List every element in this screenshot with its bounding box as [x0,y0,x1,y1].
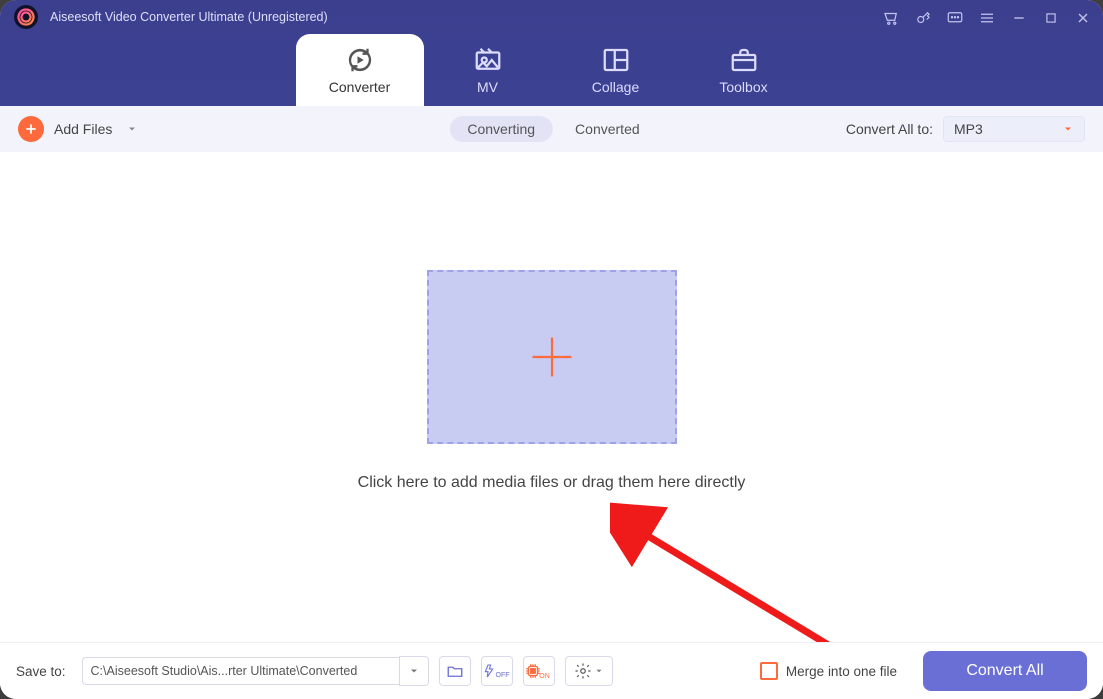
minimize-button[interactable] [1005,4,1033,32]
merge-label: Merge into one file [786,664,897,679]
collage-icon [601,45,631,75]
feedback-icon[interactable] [941,4,969,32]
main-tabs: Converter MV Collage Toolbox [0,34,1103,106]
hardware-accel-button[interactable]: OFF [481,656,513,686]
tab-converter-label: Converter [329,79,390,95]
chevron-down-icon [1062,123,1074,135]
save-to-label: Save to: [16,664,66,679]
maximize-button[interactable] [1037,4,1065,32]
checkbox-icon [760,662,778,680]
convert-all-button[interactable]: Convert All [923,651,1087,691]
merge-checkbox[interactable]: Merge into one file [760,662,897,680]
tab-toolbox[interactable]: Toolbox [680,34,808,106]
open-folder-button[interactable] [439,656,471,686]
close-button[interactable] [1069,4,1097,32]
settings-button[interactable] [565,656,613,686]
gpu-button[interactable]: ON [523,656,555,686]
chevron-down-icon [126,123,138,135]
toolbox-icon [729,45,759,75]
dropzone-hint: Click here to add media files or drag th… [358,474,746,492]
convert-all-label: Convert All to: [846,121,933,137]
output-format-select[interactable]: MP3 [943,116,1085,142]
segment-converted[interactable]: Converted [561,116,654,142]
add-files-button[interactable]: Add Files [18,116,138,142]
app-title: Aiseesoft Video Converter Ultimate (Unre… [50,10,328,24]
window-controls [877,4,1097,32]
tab-collage[interactable]: Collage [552,34,680,106]
save-path-input[interactable] [82,657,399,685]
mv-icon [473,45,503,75]
cart-icon[interactable] [877,4,905,32]
save-path-box [82,656,429,686]
key-icon[interactable] [909,4,937,32]
accel-off-label: OFF [496,672,510,679]
app-window: Aiseesoft Video Converter Ultimate (Unre… [0,0,1103,699]
tab-toolbox-label: Toolbox [719,79,767,95]
segment-converting[interactable]: Converting [449,116,553,142]
output-format-value: MP3 [954,121,983,137]
bottombar: Save to: OFF ON Merge into one file Conv… [0,642,1103,699]
dropzone[interactable] [427,270,677,444]
save-path-dropdown[interactable] [399,656,429,686]
tab-mv[interactable]: MV [424,34,552,106]
add-files-label: Add Files [54,121,112,137]
converter-icon [345,45,375,75]
menu-icon[interactable] [973,4,1001,32]
gpu-on-label: ON [539,673,550,680]
tab-mv-label: MV [477,79,498,95]
toolbar: Add Files Converting Converted Convert A… [0,106,1103,153]
titlebar: Aiseesoft Video Converter Ultimate (Unre… [0,0,1103,106]
plus-icon [18,116,44,142]
tab-converter[interactable]: Converter [296,34,424,106]
convert-all-to: Convert All to: MP3 [846,116,1085,142]
workspace: Click here to add media files or drag th… [0,152,1103,643]
conversion-toggle: Converting Converted [449,116,653,142]
app-logo [14,5,38,29]
tab-collage-label: Collage [592,79,639,95]
